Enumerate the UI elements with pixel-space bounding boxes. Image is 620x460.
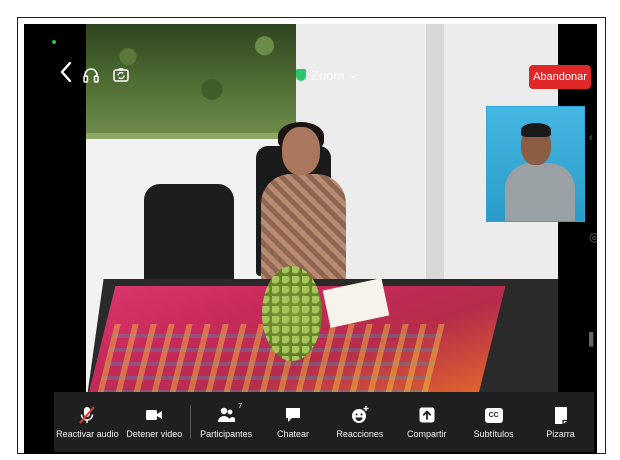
- share-up-arrow-icon: [419, 407, 435, 423]
- meeting-title: Zoom: [311, 67, 345, 83]
- thumbnail-person-body: [505, 163, 575, 221]
- security-shield-icon: [296, 69, 306, 81]
- edge-bar-icon: ▌: [589, 332, 597, 346]
- share-icon-wrap: [417, 405, 437, 425]
- mic-muted-icon: [79, 406, 96, 424]
- headphones-icon: [83, 68, 99, 83]
- video-icon-wrap: [144, 405, 164, 425]
- toolbar-label-participants: Participantes: [200, 429, 253, 439]
- chat-icon-wrap: [283, 405, 303, 425]
- participants-icon-wrap: 7: [216, 403, 242, 425]
- chevron-left-icon: [60, 61, 72, 83]
- mic-muted-icon-wrap: [77, 405, 97, 425]
- edge-circle-icon: ◎: [589, 230, 597, 244]
- status-dot-icon: [52, 40, 56, 44]
- toolbar-label-video: Detener video: [126, 429, 183, 439]
- participants-button[interactable]: 7 Participantes: [193, 392, 260, 452]
- reactions-icon: [351, 406, 369, 423]
- cc-icon-text: CC: [488, 411, 499, 419]
- chat-bubble-icon: [286, 408, 301, 422]
- stop-video-button[interactable]: Detener video: [121, 392, 188, 452]
- back-button[interactable]: [58, 60, 74, 84]
- video-topiary-ball: [262, 266, 322, 361]
- toolbar-label-share: Compartir: [407, 429, 447, 439]
- switch-camera-icon: [113, 68, 129, 82]
- video-participant-head: [282, 127, 320, 175]
- chevron-down-icon: ⌄: [349, 69, 358, 81]
- switch-camera-button[interactable]: [112, 66, 130, 84]
- reactions-button[interactable]: Reacciones: [326, 392, 393, 452]
- toolbar-divider: [189, 405, 191, 439]
- cc-icon-wrap: CC: [484, 405, 504, 425]
- chat-button[interactable]: Chatear: [260, 392, 327, 452]
- speaker-button[interactable]: [82, 66, 100, 84]
- participants-icon: [218, 407, 236, 422]
- self-view-thumbnail[interactable]: [486, 106, 585, 222]
- toolbar-label-audio: Reactivar audio: [56, 429, 119, 439]
- whiteboard-button[interactable]: Pizarra: [527, 392, 594, 452]
- whiteboard-icon-wrap: [551, 405, 571, 425]
- toolbar-label-whiteboard: Pizarra: [546, 429, 575, 439]
- leave-meeting-button[interactable]: Abandonar: [529, 65, 591, 89]
- cc-icon: CC: [484, 407, 503, 423]
- whiteboard-icon: [554, 407, 567, 424]
- zoom-meeting-screen: Zoom ⌄ Abandonar ‹ ◎ ▌ Reactivar audio D…: [24, 24, 597, 454]
- edge-arrow-icon: ‹: [589, 130, 593, 144]
- meeting-toolbar: Reactivar audio Detener video 7 Particip…: [54, 392, 594, 452]
- unmute-audio-button[interactable]: Reactivar audio: [54, 392, 121, 452]
- participants-count: 7: [238, 403, 243, 410]
- video-camera-icon: [146, 410, 163, 420]
- captions-button[interactable]: CC Subtítulos: [460, 392, 527, 452]
- toolbar-label-captions: Subtítulos: [473, 429, 514, 439]
- meeting-title-dropdown[interactable]: Zoom ⌄: [296, 66, 358, 84]
- reactions-icon-wrap: [350, 405, 370, 425]
- share-button[interactable]: Compartir: [393, 392, 460, 452]
- thumbnail-person-hair: [521, 123, 551, 137]
- toolbar-label-chat: Chatear: [277, 429, 310, 439]
- toolbar-label-reactions: Reacciones: [336, 429, 384, 439]
